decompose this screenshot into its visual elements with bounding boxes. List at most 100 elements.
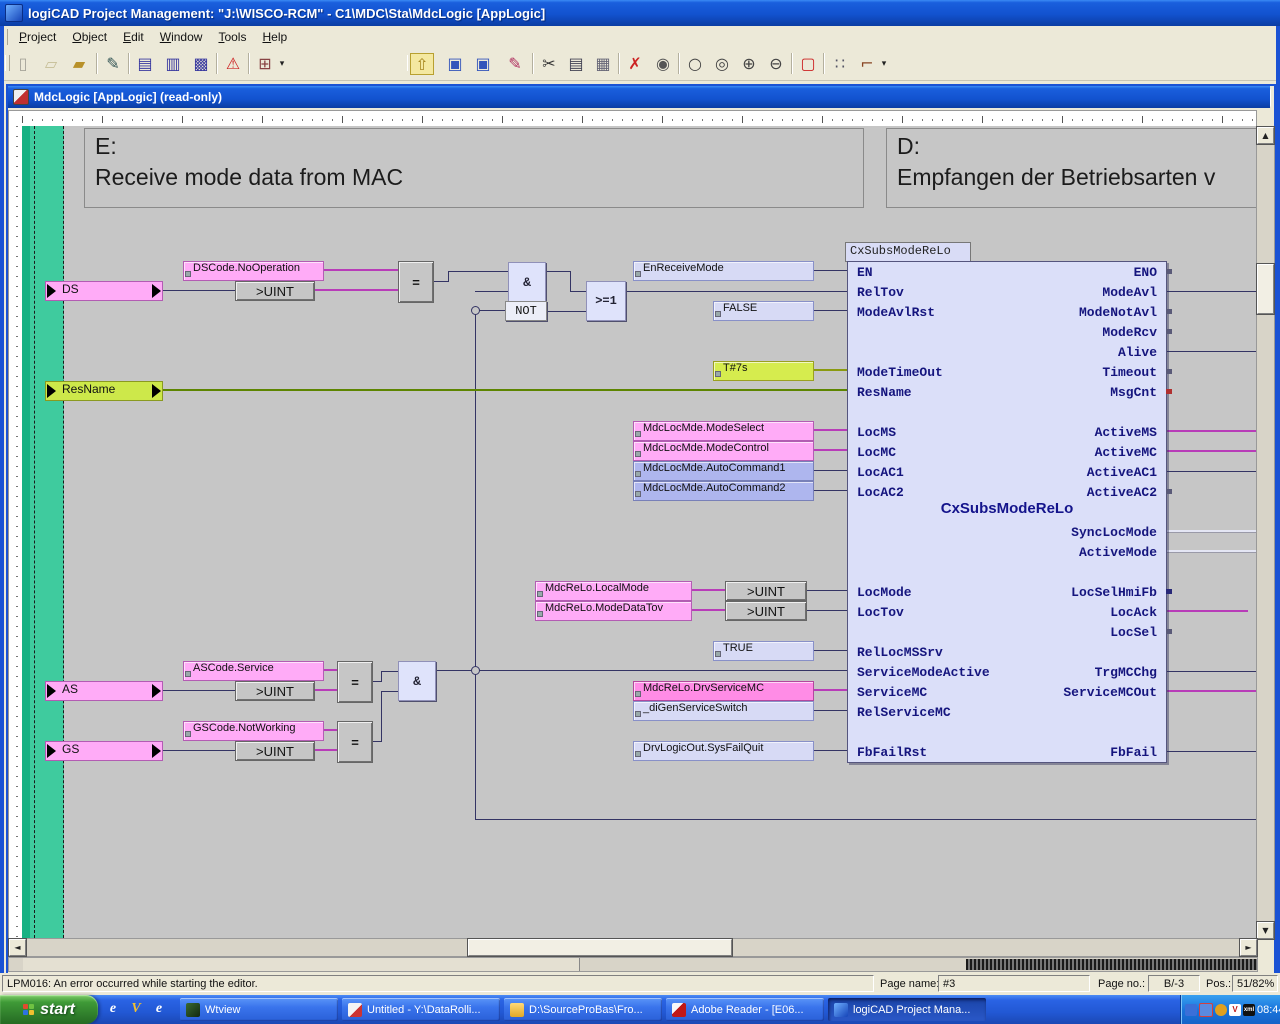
pin-stub (1166, 269, 1172, 274)
start-label: start (40, 1001, 75, 1019)
cascade-windows-icon[interactable]: ▩ (188, 51, 214, 76)
new-document-icon[interactable]: ▯ (10, 51, 36, 76)
operand-localmode[interactable]: MdcReLo.LocalMode (535, 581, 692, 601)
operand-autocommand1[interactable]: MdcLocMde.AutoCommand1 (633, 461, 814, 481)
uint-converter[interactable]: >UINT (235, 741, 315, 761)
fb-pin: LocAck (1110, 605, 1157, 621)
tray-pc-icon[interactable] (1199, 1003, 1213, 1017)
ruler-cell (463, 958, 580, 971)
copy-icon[interactable]: ▤ (563, 51, 589, 76)
operand-modeselect[interactable]: MdcLocMde.ModeSelect (633, 421, 814, 441)
operand-enreceivemode[interactable]: EnReceiveMode (633, 261, 814, 281)
operand-digenserviceswitch[interactable]: _diGenServiceSwitch (633, 701, 814, 721)
and-gate[interactable]: & (508, 262, 546, 302)
uint-converter[interactable]: >UINT (725, 581, 807, 601)
grid-icon[interactable]: ∷ (827, 51, 853, 76)
save-icon[interactable]: ▣ (442, 51, 468, 76)
menu-object[interactable]: Object (64, 28, 115, 46)
cut-icon[interactable]: ✂ (536, 51, 562, 76)
fb-pin: ServiceMCOut (1063, 685, 1157, 701)
taskbar-task-wtview[interactable]: Wtview (180, 998, 338, 1021)
uint-converter[interactable]: >UINT (235, 281, 315, 301)
zoom-icon[interactable]: ○ (682, 51, 708, 76)
taskbar-task-untitled[interactable]: Untitled - Y:\DataRolli... (342, 998, 500, 1021)
quicklaunch-media-icon[interactable]: V (127, 999, 145, 1019)
and-gate[interactable]: & (398, 661, 436, 701)
menu-tools[interactable]: Tools (210, 28, 254, 46)
object-properties-icon[interactable]: ✎ (100, 51, 126, 76)
menu-window[interactable]: Window (152, 28, 211, 46)
operand-false[interactable]: FALSE (713, 301, 814, 321)
tray-xml-icon[interactable]: xml (1243, 1004, 1255, 1016)
save-all-icon[interactable]: ▣ (470, 51, 496, 76)
taskbar-task-explorer[interactable]: D:\SourceProBas\Fro... (504, 998, 662, 1021)
scroll-right-arrow[interactable]: ► (1240, 939, 1257, 956)
next-page-ruler-strip (8, 957, 1258, 972)
search-error-icon[interactable]: ◉ (650, 51, 676, 76)
zoom-in-icon[interactable]: ⊕ (736, 51, 762, 76)
folder-up-icon[interactable]: ⇧ (410, 53, 434, 75)
or-gate[interactable]: >=1 (586, 281, 626, 321)
open-project-icon[interactable]: ▰ (66, 51, 92, 76)
start-button[interactable]: start (0, 995, 98, 1024)
operand-sysfailquit[interactable]: DrvLogicOut.SysFailQuit (633, 741, 814, 761)
scroll-left-arrow[interactable]: ◄ (9, 939, 26, 956)
menu-help[interactable]: Help (254, 28, 295, 46)
scroll-down-arrow[interactable]: ▼ (1257, 922, 1274, 939)
tile-vertical-icon[interactable]: ▥ (160, 51, 186, 76)
zoom-out-icon[interactable]: ⊖ (763, 51, 789, 76)
taskbar-task-adobe[interactable]: Adobe Reader - [E06... (666, 998, 824, 1021)
uint-converter[interactable]: >UINT (725, 601, 807, 621)
task-label: logiCAD Project Mana... (853, 1004, 970, 1016)
zoom-selection-icon[interactable]: ▢ (795, 51, 821, 76)
input-connector-resname[interactable]: ResName (45, 381, 163, 401)
operand-true[interactable]: TRUE (713, 641, 814, 661)
connection-mode-icon[interactable]: ⌐ (854, 51, 880, 76)
operand-gscode[interactable]: GSCode.NotWorking (183, 721, 324, 741)
quicklaunch-browser-icon[interactable]: e (150, 999, 168, 1019)
vertical-scroll-thumb[interactable] (1257, 264, 1274, 314)
operand-dscode[interactable]: DSCode.NoOperation (183, 261, 324, 281)
wire (543, 271, 571, 272)
eq-gate[interactable]: = (398, 261, 434, 303)
tray-clock[interactable]: 08:44 (1257, 1004, 1280, 1016)
input-connector-gs[interactable]: GS (45, 741, 163, 761)
zoom-page-icon[interactable]: ◎ (709, 51, 735, 76)
graphic-editor-icon[interactable]: ✎ (502, 51, 528, 76)
quicklaunch-mail-icon[interactable]: e (104, 999, 122, 1019)
wire (570, 291, 586, 292)
uint-converter[interactable]: >UINT (235, 681, 315, 701)
open-document-icon[interactable]: ▱ (38, 51, 64, 76)
operand-drvservicemc[interactable]: MdcReLo.DrvServiceMC (633, 681, 814, 701)
tray-antivirus-icon[interactable]: V (1229, 1004, 1241, 1016)
horizontal-scroll-thumb[interactable] (468, 939, 732, 956)
scroll-up-arrow[interactable]: ▲ (1257, 127, 1274, 144)
not-gate[interactable]: NOT (505, 301, 547, 321)
menu-project[interactable]: Project (11, 28, 64, 46)
delete-icon[interactable]: ✗ (622, 51, 648, 76)
operand-timeout-literal[interactable]: T#7s (713, 361, 814, 381)
operand-autocommand2[interactable]: MdcLocMde.AutoCommand2 (633, 481, 814, 501)
dropdown-caret-icon[interactable]: ▾ (277, 51, 287, 76)
error-list-icon[interactable]: ⚠ (220, 51, 246, 76)
eq-gate[interactable]: = (337, 721, 373, 763)
fb-type-tab[interactable]: CxSubsModeReLo (845, 242, 971, 262)
operand-modedatatov[interactable]: MdcReLo.ModeDataTov (535, 601, 692, 621)
operand-ascode[interactable]: ASCode.Service (183, 661, 324, 681)
dropdown-caret-icon[interactable]: ▾ (879, 51, 889, 76)
window-overview-icon[interactable]: ⊞ (252, 51, 278, 76)
paste-icon[interactable]: ▦ (590, 51, 616, 76)
tray-audio-icon[interactable] (1215, 1004, 1227, 1016)
menu-edit[interactable]: Edit (115, 28, 152, 46)
function-block[interactable]: EN RelTov ModeAvlRst ModeTimeOut ResName… (847, 261, 1167, 763)
comment-box-english[interactable]: E: Receive mode data from MAC (84, 128, 864, 208)
vertical-scrollbar[interactable] (1256, 126, 1275, 940)
tray-network-icon[interactable] (1185, 1004, 1197, 1016)
input-connector-as[interactable]: AS (45, 681, 163, 701)
tile-horizontal-icon[interactable]: ▤ (132, 51, 158, 76)
operand-modecontrol[interactable]: MdcLocMde.ModeControl (633, 441, 814, 461)
input-connector-ds[interactable]: DS (45, 281, 163, 301)
eq-gate[interactable]: = (337, 661, 373, 703)
taskbar-task-logicad[interactable]: logiCAD Project Mana... (828, 998, 986, 1021)
comment-box-german[interactable]: D: Empfangen der Betriebsarten v (886, 128, 1267, 208)
